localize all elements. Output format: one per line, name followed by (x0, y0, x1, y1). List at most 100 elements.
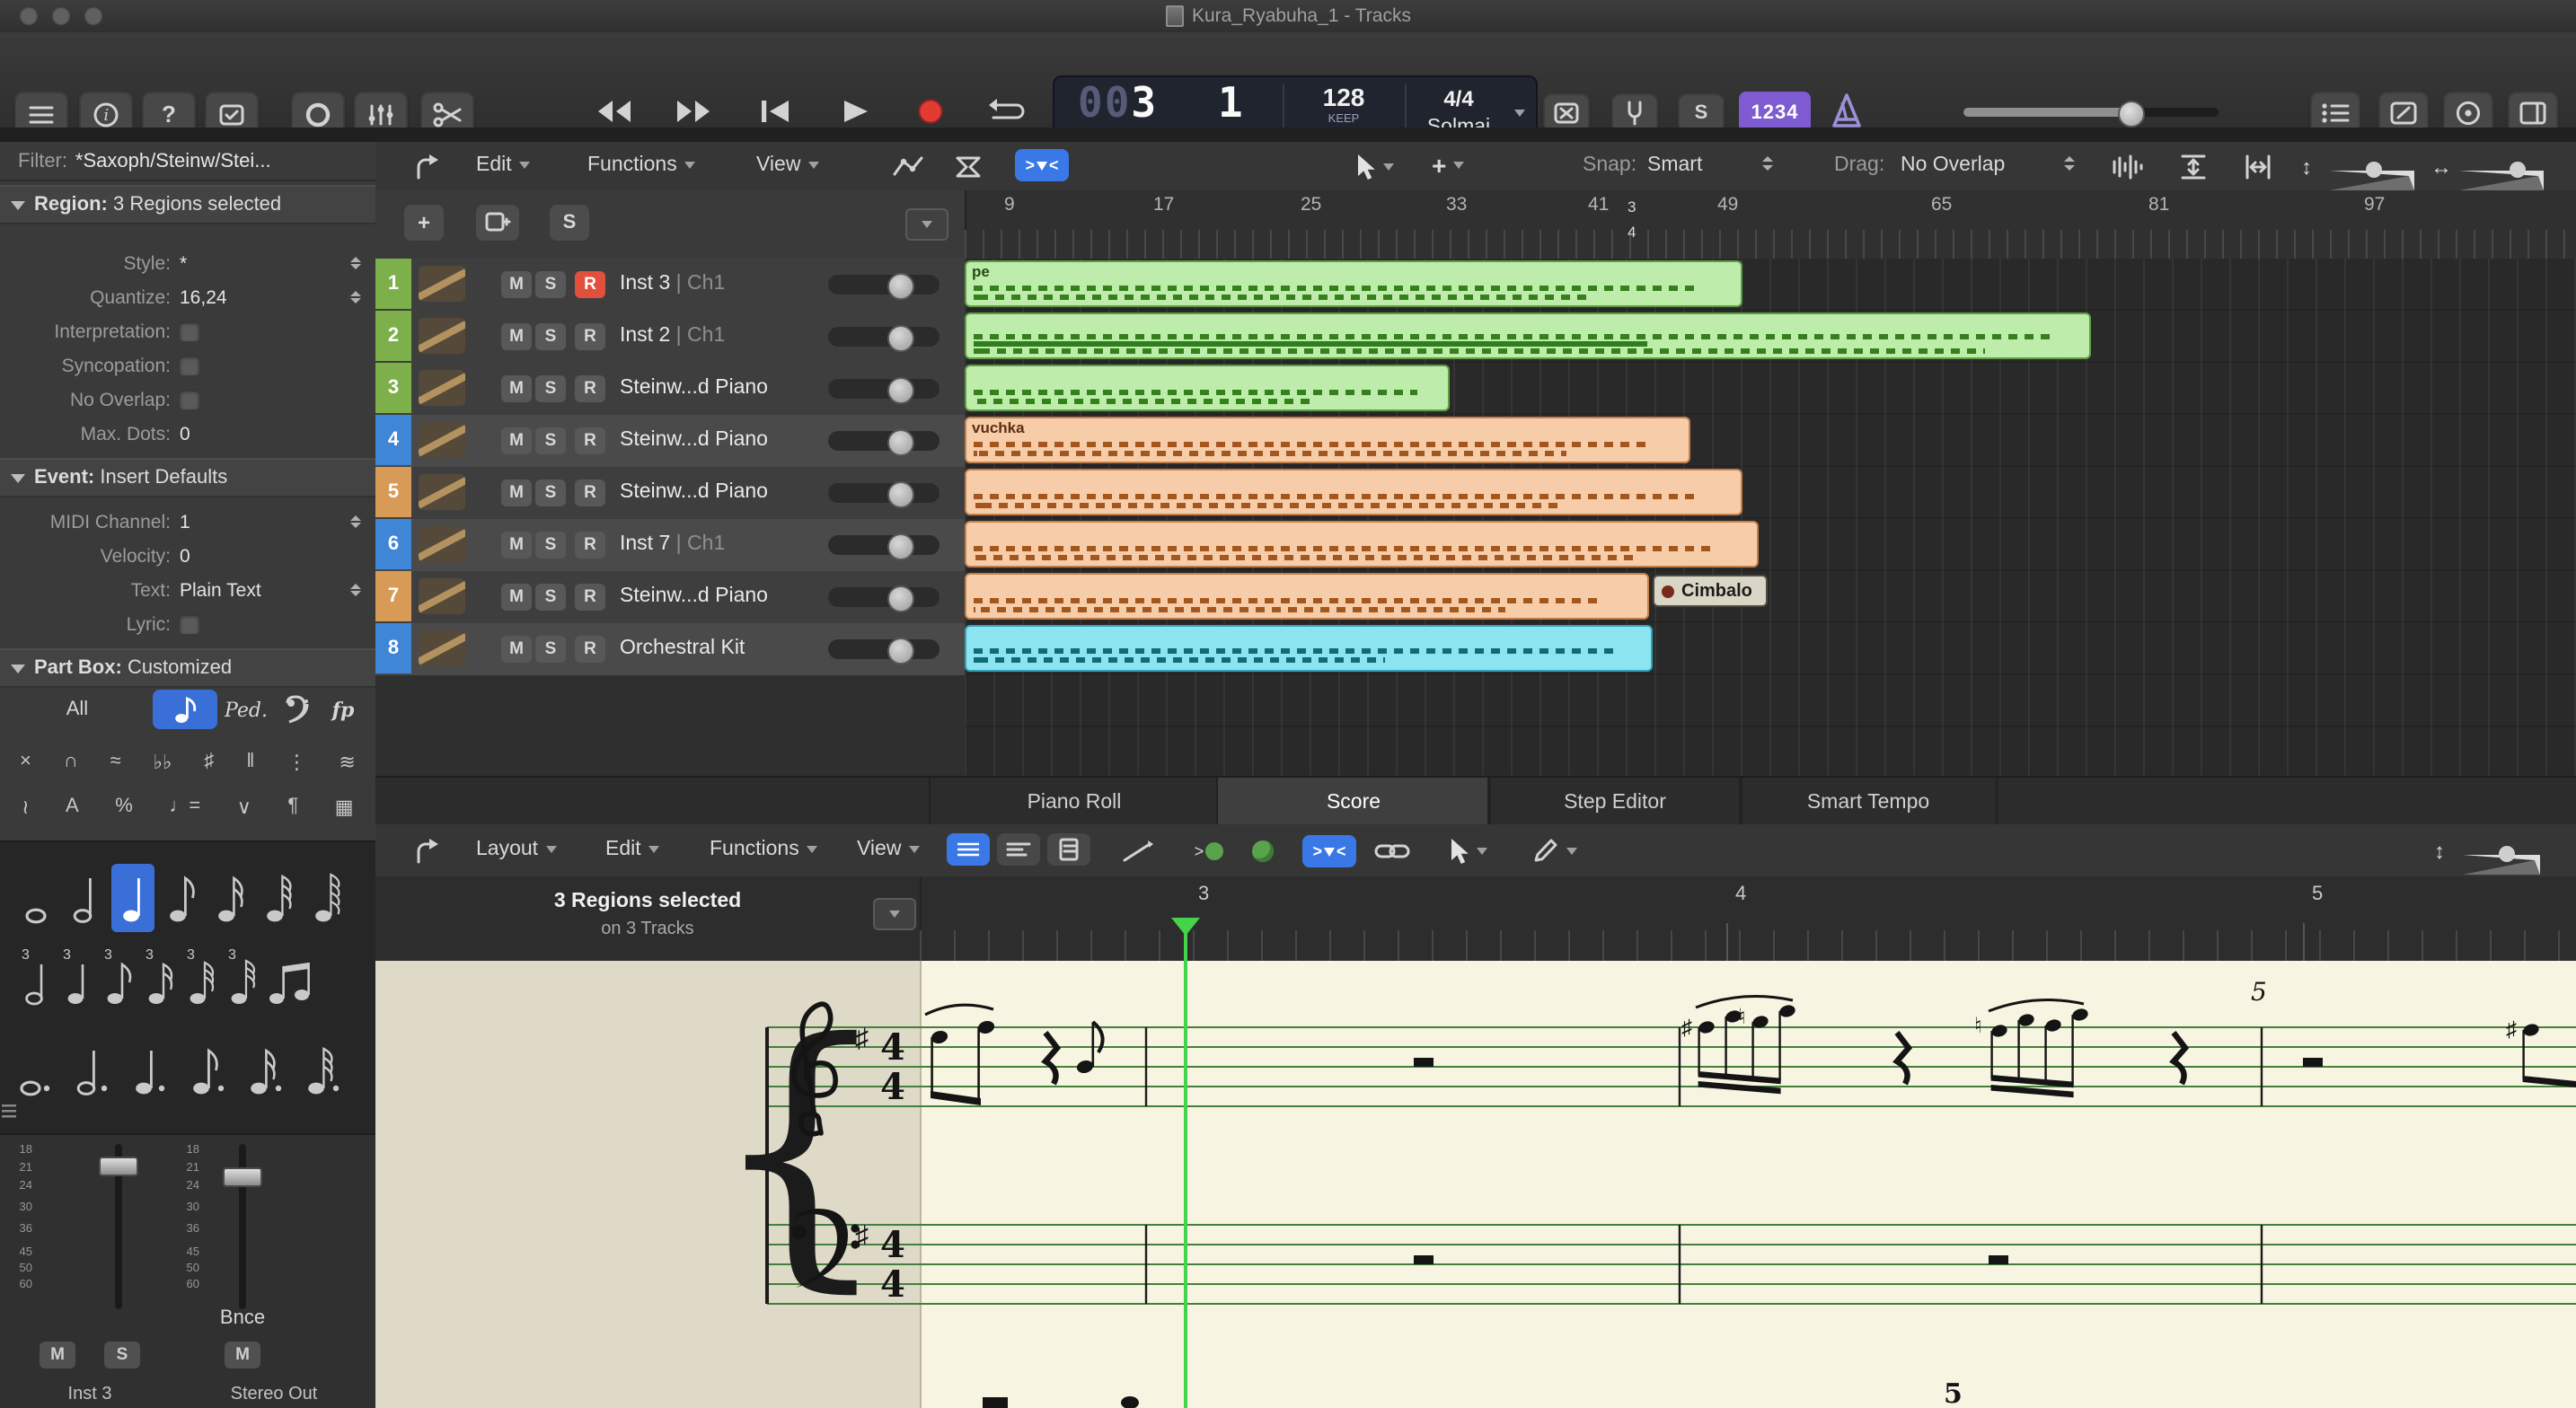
midi-region-track3[interactable] (965, 365, 1450, 411)
midi-region-track6[interactable] (965, 521, 1759, 568)
forward-button[interactable] (674, 97, 713, 126)
track-row-7[interactable]: 7 M S R Steinw...d Piano (375, 571, 965, 625)
dotted-quarter-cell[interactable] (129, 1036, 172, 1104)
horizontal-auto-zoom-button[interactable] (2244, 153, 2272, 181)
track-volume-slider[interactable] (828, 535, 940, 555)
partbox-tab-notes[interactable] (153, 690, 217, 729)
midi-region-track8[interactable] (965, 625, 1653, 672)
play-button[interactable] (837, 97, 869, 126)
wrapped-view-button[interactable] (997, 833, 1040, 866)
tremolo-icon[interactable]: ⋮ (287, 750, 306, 773)
sixteenth-note-cell[interactable] (208, 864, 251, 932)
dotted-sixteenth-cell[interactable] (244, 1036, 287, 1104)
functions-menu[interactable]: Functions (587, 154, 695, 176)
track-solo-button[interactable]: S (535, 532, 566, 559)
barline-icon[interactable]: ‖ (246, 751, 254, 772)
x-notehead-icon[interactable]: × (20, 751, 31, 772)
track-name[interactable]: Inst 3 | Ch1 (620, 273, 825, 295)
track-name[interactable]: Steinw...d Piano (620, 585, 825, 607)
horizontal-zoom-slider[interactable] (2459, 171, 2544, 190)
track-record-button[interactable]: R (575, 323, 605, 350)
track-mute-button[interactable]: M (501, 584, 532, 611)
note-input-button[interactable]: > (1187, 837, 1231, 866)
double-flat-icon[interactable]: ♭♭ (154, 750, 172, 773)
thirtysecond-note-cell[interactable] (257, 864, 300, 932)
track-solo-button[interactable]: S (535, 584, 566, 611)
tab-score[interactable]: Score (1216, 778, 1491, 826)
track-name[interactable]: Steinw...d Piano (620, 481, 825, 503)
disclosure-triangle-icon[interactable] (11, 664, 25, 673)
syncopation-row[interactable]: Syncopation: (0, 348, 375, 383)
midi-region-track2[interactable] (965, 312, 2091, 359)
drag-popup[interactable]: No Overlap (1901, 154, 2005, 176)
track-record-button[interactable]: R (575, 375, 605, 402)
gliss-icon[interactable]: ≈ (110, 751, 121, 772)
slur-icon[interactable]: ∩ (64, 751, 78, 772)
beamed-group[interactable] (1989, 1000, 2089, 1098)
flex-button[interactable] (954, 154, 983, 180)
stepper-icon[interactable] (350, 584, 361, 597)
track-name[interactable]: Inst 2 | Ch1 (620, 325, 825, 347)
track-name[interactable]: Orchestral Kit (620, 638, 825, 659)
edit-menu[interactable]: Edit (605, 839, 659, 860)
track-row-3[interactable]: 3 M S R Steinw...d Piano (375, 363, 965, 417)
track-row-4[interactable]: 4 M S R Steinw...d Piano (375, 415, 965, 469)
triplet-sixtyfourth-cell[interactable]: 3 (221, 943, 264, 1011)
add-track-button[interactable]: + (404, 205, 444, 241)
grid-icon[interactable]: ▦ (335, 795, 354, 818)
dotted-whole-cell[interactable] (14, 1036, 57, 1104)
track-row-6[interactable]: 6 M S R Inst 7 | Ch1 (375, 519, 965, 573)
midi-region-track4[interactable]: vuchka (965, 417, 1690, 463)
triplet-thirtysecond-cell[interactable]: 3 (180, 943, 223, 1011)
catch-playhead-button[interactable]: >< (1015, 149, 1069, 181)
score-menu-button[interactable] (873, 898, 916, 930)
layout-menu[interactable]: Layout (476, 839, 556, 860)
duplicate-track-button[interactable] (476, 205, 519, 241)
track-name[interactable]: Inst 7 | Ch1 (620, 533, 825, 555)
stepper-icon[interactable] (350, 257, 361, 270)
track-record-button[interactable]: R (575, 584, 605, 611)
velocity-row[interactable]: Velocity: 0 (0, 539, 375, 573)
track-mute-button[interactable]: M (501, 532, 532, 559)
midi-region-track7[interactable] (965, 573, 1649, 620)
track-record-button[interactable]: R (575, 480, 605, 506)
dotted-half-cell[interactable] (72, 1036, 115, 1104)
channel-mute-button[interactable]: M (225, 1342, 260, 1368)
link-button[interactable] (1374, 840, 1410, 862)
lyric-row[interactable]: Lyric: (0, 607, 375, 641)
lcd-chevron-icon[interactable] (1514, 110, 1525, 117)
track-row-8[interactable]: 8 M S R Orchestral Kit (375, 623, 965, 677)
tab-smart-tempo[interactable]: Smart Tempo (1739, 778, 1998, 826)
track-record-button[interactable]: R (575, 532, 605, 559)
track-row-2[interactable]: 2 M S R Inst 2 | Ch1 (375, 311, 965, 365)
region-section-header[interactable]: Region: 3 Regions selected (0, 185, 375, 224)
quarter-note-cell-selected[interactable] (111, 864, 154, 932)
track-solo-button[interactable]: S (535, 323, 566, 350)
channel-fader-knob[interactable] (99, 1157, 138, 1176)
score-ruler-ticks[interactable] (920, 930, 2576, 961)
track-mute-button[interactable]: M (501, 427, 532, 454)
note-group[interactable] (925, 1005, 996, 1105)
page-view-button[interactable] (1047, 833, 1090, 866)
track-volume-slider[interactable] (828, 431, 940, 451)
cycle-button[interactable] (983, 97, 1026, 126)
track-mute-button[interactable]: M (501, 480, 532, 506)
catch-playhead-button[interactable]: >< (1302, 835, 1356, 867)
tab-step-editor[interactable]: Step Editor (1487, 778, 1742, 826)
automation-button[interactable] (893, 154, 925, 180)
track-solo-button[interactable]: S (535, 427, 566, 454)
track-mute-button[interactable]: M (501, 636, 532, 663)
no-overlap-checkbox[interactable] (180, 390, 199, 409)
linear-view-button[interactable] (947, 833, 990, 866)
midi-region-track1[interactable]: pe (965, 260, 1742, 307)
partbox-section-header[interactable]: Part Box: Customized (0, 648, 375, 688)
edit-menu[interactable]: Edit (476, 154, 530, 176)
paragraph-icon[interactable]: ¶ (287, 796, 298, 817)
master-volume-slider[interactable] (1963, 108, 2219, 117)
score-editor[interactable]: { ♯ ♯ 4 4 4 4 (375, 961, 2576, 1408)
note-colors-button[interactable] (1241, 837, 1284, 866)
master-solo-button[interactable]: S (550, 205, 589, 241)
half-note-cell[interactable] (63, 864, 106, 932)
disclosure-triangle-icon[interactable] (11, 473, 25, 482)
track-record-button[interactable]: R (575, 271, 605, 298)
